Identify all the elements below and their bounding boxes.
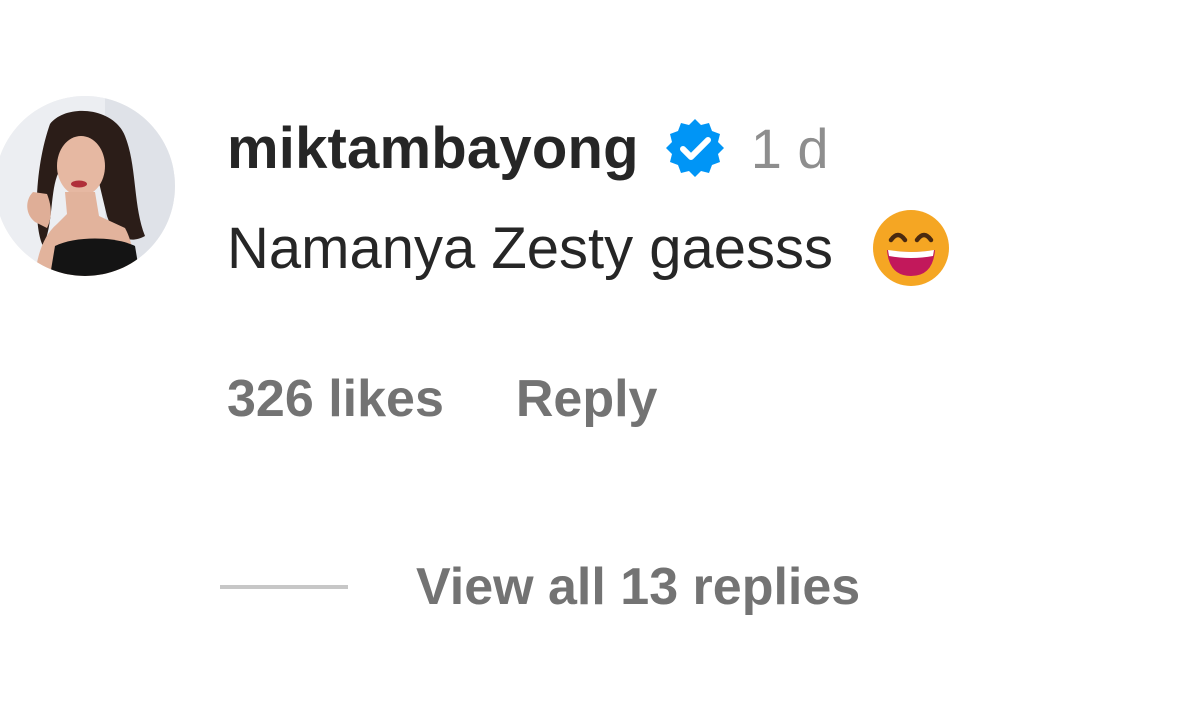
reply-button[interactable]: Reply	[516, 369, 658, 429]
replies-divider-line	[220, 585, 348, 589]
comment-header: miktambayong 1 d	[227, 108, 829, 188]
grinning-face-emoji-icon	[871, 208, 951, 288]
comment-item: miktambayong 1 d Namanya Zesty gaesss 32…	[0, 0, 1200, 707]
view-replies-button[interactable]: View all 13 replies	[220, 552, 860, 622]
avatar[interactable]	[0, 96, 175, 276]
avatar-photo	[0, 96, 175, 276]
comment-body: Namanya Zesty gaesss	[227, 208, 951, 288]
verified-badge-icon	[661, 114, 729, 182]
view-replies-label: View all 13 replies	[416, 558, 861, 616]
comment-actions: 326 likes Reply	[227, 364, 657, 434]
likes-count-button[interactable]: 326 likes	[227, 369, 444, 429]
timestamp[interactable]: 1 d	[751, 116, 829, 181]
username-link[interactable]: miktambayong	[227, 115, 639, 182]
comment-text: Namanya Zesty gaesss	[227, 215, 834, 281]
